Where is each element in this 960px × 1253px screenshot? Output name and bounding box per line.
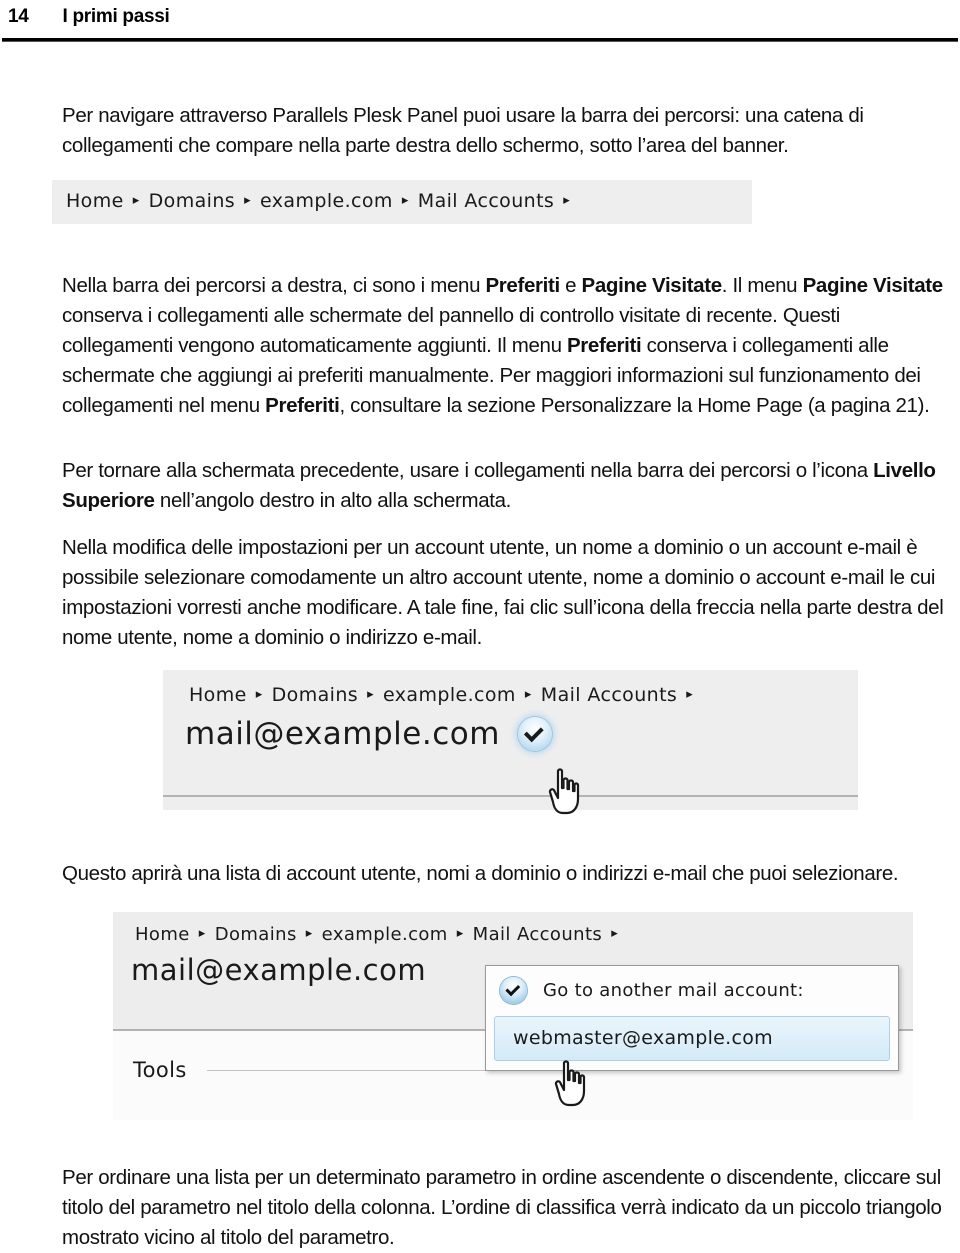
page-title: I primi passi — [62, 6, 170, 27]
p2-bold-preferiti: Preferiti — [485, 273, 560, 297]
paragraph-switch-account: Nella modifica delle impostazioni per un… — [62, 535, 944, 649]
figure-account-dropdown: Home ▸ Domains ▸ example.com ▸ Mail Acco… — [113, 912, 913, 1120]
p3-text-c: nell’angolo destro in alto alla schermat… — [154, 488, 511, 512]
chevron-right-icon: ▸ — [524, 686, 532, 702]
breadcrumb-item-home[interactable]: Home — [66, 190, 124, 212]
paragraph-opens-list: Questo aprirà una lista di account utent… — [62, 861, 899, 885]
chevron-down-icon[interactable] — [500, 977, 527, 1004]
page-header: 14 I primi passi — [0, 0, 960, 42]
chevron-right-icon: ▸ — [367, 686, 375, 702]
breadcrumb-item-mail-accounts[interactable]: Mail Accounts — [418, 190, 554, 212]
breadcrumb-item-mail-accounts[interactable]: Mail Accounts — [541, 684, 677, 706]
account-row: mail@example.com — [163, 706, 858, 752]
chevron-right-icon: ▸ — [401, 192, 409, 208]
breadcrumb-item-example-com[interactable]: example.com — [383, 684, 516, 706]
dropdown-title: Go to another mail account: — [543, 980, 804, 1001]
p3-text-a: Per tornare alla schermata precedente, u… — [62, 458, 874, 482]
cursor-hand-icon — [547, 768, 583, 816]
p2-bold-preferiti-2: Preferiti — [566, 333, 642, 357]
panel-divider — [163, 795, 858, 797]
breadcrumb: Home ▸ Domains ▸ example.com ▸ Mail Acco… — [163, 670, 858, 706]
header-divider — [2, 38, 958, 42]
p2-text-g: , consultare la sezione Personalizzare l… — [339, 393, 930, 417]
cursor-hand-icon — [553, 1060, 589, 1108]
breadcrumb-item-example-com[interactable]: example.com — [322, 924, 448, 945]
dropdown-header: Go to another mail account: — [486, 966, 898, 1016]
chevron-right-icon: ▸ — [563, 192, 571, 208]
chevron-right-icon: ▸ — [305, 926, 313, 941]
paragraph-up-level: Per tornare alla schermata precedente, u… — [62, 456, 952, 516]
breadcrumb-item-domains[interactable]: Domains — [215, 924, 297, 945]
page-number: 14 — [8, 6, 29, 27]
tools-label: Tools — [133, 1058, 187, 1082]
p2-text-d: . Il menu — [721, 273, 803, 297]
p2-bold-preferiti-3: Preferiti — [265, 393, 340, 417]
p2-text-c: e — [559, 273, 582, 297]
figure-breadcrumb-bar: Home ▸ Domains ▸ example.com ▸ Mail Acco… — [52, 180, 752, 224]
page-header-row: 14 I primi passi — [0, 0, 960, 28]
chevron-right-icon: ▸ — [686, 686, 694, 702]
chevron-right-icon: ▸ — [132, 192, 140, 208]
chevron-right-icon: ▸ — [244, 192, 252, 208]
breadcrumb: Home ▸ Domains ▸ example.com ▸ Mail Acco… — [113, 912, 913, 945]
breadcrumb-item-mail-accounts[interactable]: Mail Accounts — [473, 924, 603, 945]
current-account-name: mail@example.com — [131, 953, 427, 987]
breadcrumb-item-example-com[interactable]: example.com — [260, 190, 393, 212]
p2-bold-pagine-visitate: Pagine Visitate — [581, 273, 723, 297]
account-dropdown-panel: Go to another mail account: webmaster@ex… — [485, 965, 899, 1071]
paragraph-sorting: Per ordinare una lista per un determinat… — [62, 1165, 942, 1249]
dropdown-item-webmaster[interactable]: webmaster@example.com — [494, 1016, 890, 1061]
breadcrumb: Home ▸ Domains ▸ example.com ▸ Mail Acco… — [52, 180, 752, 212]
figure-account-selector: Home ▸ Domains ▸ example.com ▸ Mail Acco… — [163, 670, 858, 815]
p2-text-a: Nella barra dei percorsi a destra, ci so… — [62, 273, 486, 297]
breadcrumb-item-home[interactable]: Home — [135, 924, 190, 945]
chevron-right-icon: ▸ — [255, 686, 263, 702]
p2-bold-pagine-visitate-2: Pagine Visitate — [802, 273, 944, 297]
breadcrumb-item-domains[interactable]: Domains — [272, 684, 358, 706]
chevron-down-icon[interactable] — [517, 717, 552, 751]
chevron-right-icon: ▸ — [611, 926, 619, 941]
current-account-name: mail@example.com — [185, 716, 500, 752]
paragraph-favourites: Nella barra dei percorsi a destra, ci so… — [62, 271, 952, 421]
chevron-right-icon: ▸ — [456, 926, 464, 941]
breadcrumb-item-domains[interactable]: Domains — [149, 190, 235, 212]
chevron-right-icon: ▸ — [198, 926, 206, 941]
breadcrumb-item-home[interactable]: Home — [189, 684, 247, 706]
paragraph-intro: Per navigare attraverso Parallels Plesk … — [62, 103, 864, 157]
